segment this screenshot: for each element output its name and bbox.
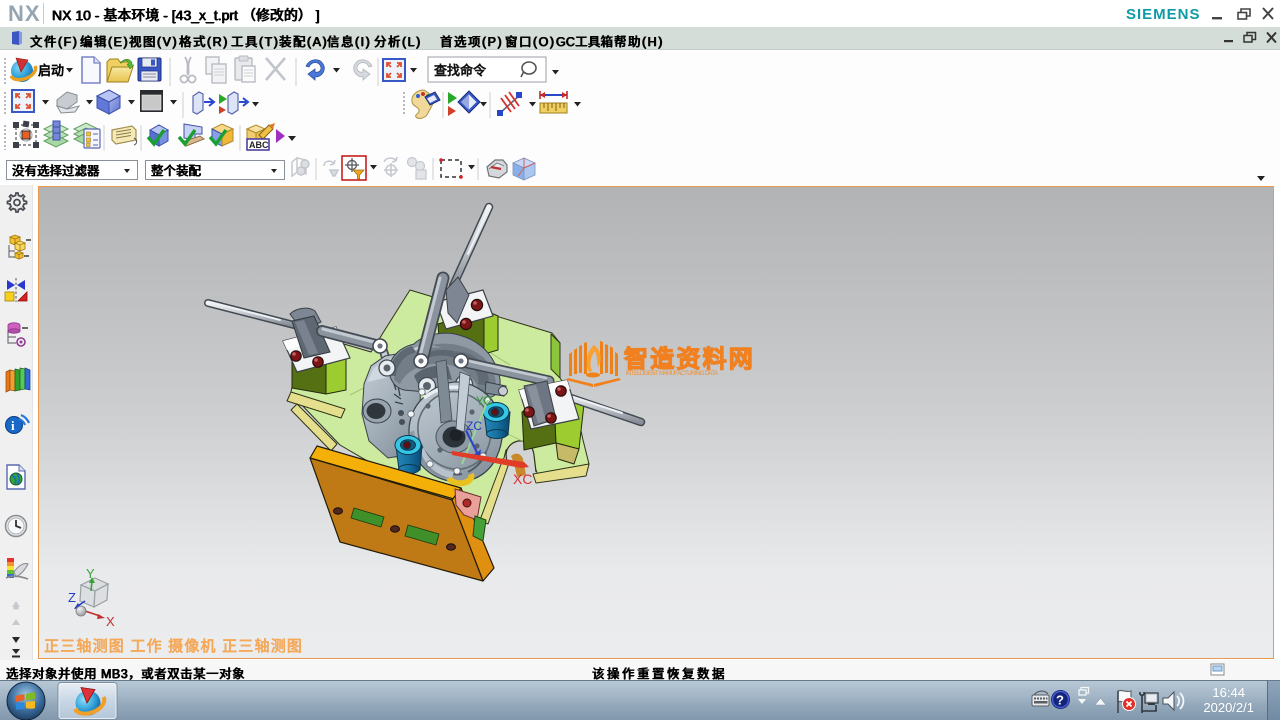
svg-text:正三轴测图 工作 摄像机 正三轴测图: 正三轴测图 工作 摄像机 正三轴测图 — [44, 638, 303, 655]
svg-text:INTELLIGENT MANUFACTURING DATA: INTELLIGENT MANUFACTURING DATA — [626, 371, 718, 377]
svg-text:YC: YC — [476, 396, 492, 408]
svg-text:XC: XC — [513, 471, 532, 487]
svg-text:Z: Z — [68, 590, 76, 605]
svg-text:Y: Y — [86, 566, 95, 581]
svg-text:?: ? — [1056, 693, 1064, 708]
svg-text:智造资料网: 智造资料网 — [624, 345, 755, 373]
svg-text:X: X — [106, 614, 115, 629]
svg-text:ZC: ZC — [466, 419, 482, 433]
